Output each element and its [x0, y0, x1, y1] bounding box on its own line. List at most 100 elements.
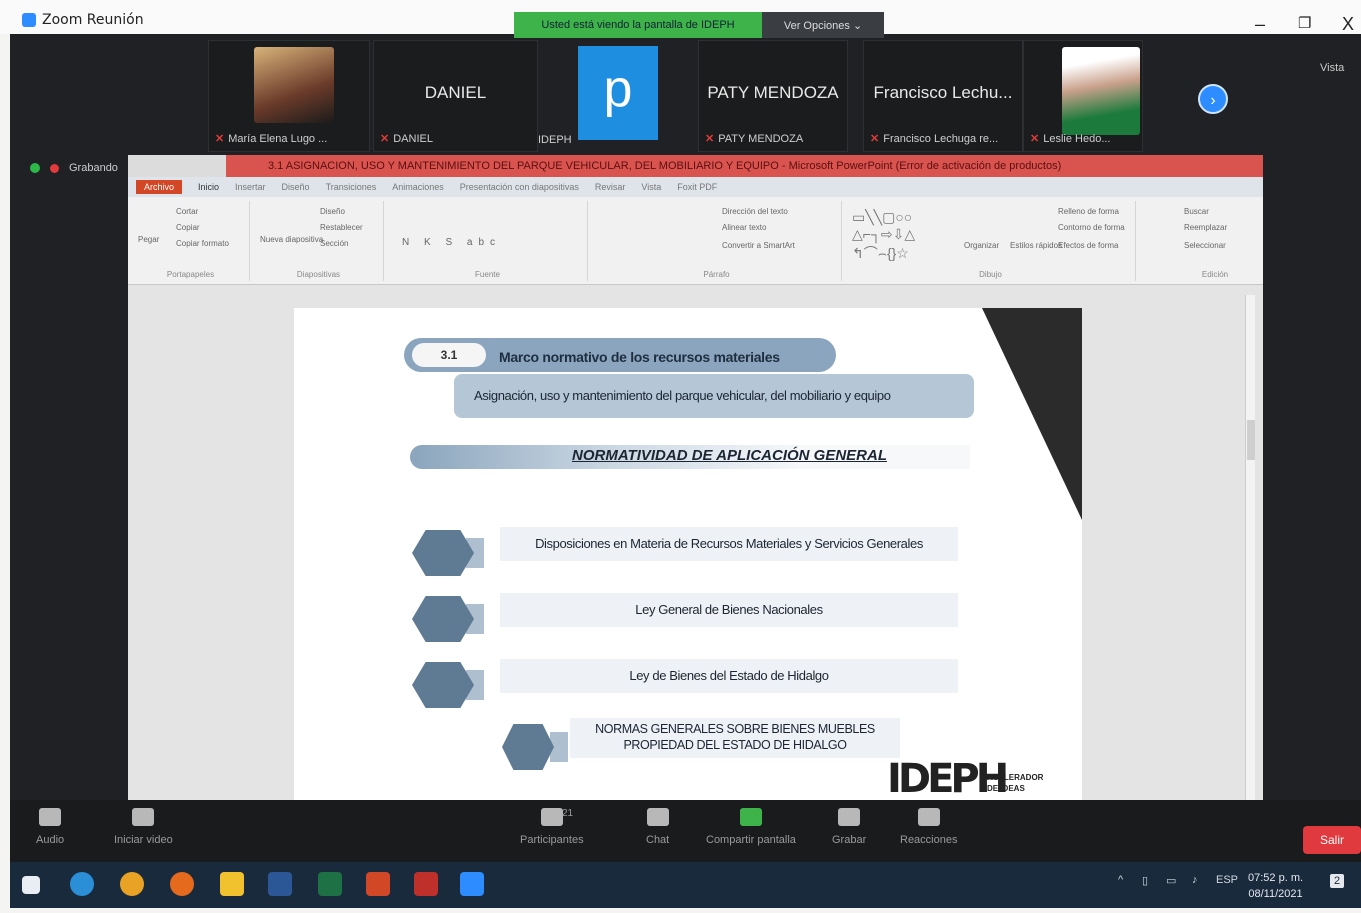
participant-video	[254, 47, 334, 123]
participant-label: IDEPH	[538, 134, 572, 146]
tray-volume-icon[interactable]: ♪	[1192, 874, 1198, 886]
tab-transitions[interactable]: Transiciones	[326, 182, 377, 192]
audio-button[interactable]: Audio	[36, 808, 64, 846]
next-participants-icon[interactable]: ›	[1198, 84, 1228, 114]
start-icon[interactable]	[22, 876, 40, 894]
word-icon[interactable]	[268, 872, 292, 896]
tray-network-icon[interactable]: ▭	[1166, 874, 1176, 887]
excel-icon[interactable]	[318, 872, 342, 896]
tray-battery-icon[interactable]: ▯	[1142, 874, 1148, 887]
slide-canvas[interactable]: 3.1 Marco normativo de los recursos mate…	[294, 308, 1082, 808]
list-item-text: NORMAS GENERALES SOBRE BIENES MUEBLES PR…	[595, 722, 875, 752]
scrollbar-thumb[interactable]	[1247, 420, 1255, 460]
participants-icon	[540, 808, 563, 826]
tab-foxit[interactable]: Foxit PDF	[677, 182, 717, 192]
text-direction-button[interactable]: Dirección del texto	[722, 207, 788, 216]
format-painter-button[interactable]: Copiar formato	[176, 239, 229, 248]
powerpoint-icon[interactable]	[366, 872, 390, 896]
paragraph-group: Dirección del texto Alinear texto Conver…	[592, 201, 842, 281]
replace-button[interactable]: Reemplazar	[1184, 223, 1227, 232]
participants-button[interactable]: Participantes	[520, 808, 584, 846]
tab-slideshow[interactable]: Presentación con diapositivas	[460, 182, 579, 192]
tab-animations[interactable]: Animaciones	[392, 182, 444, 192]
font-format-buttons[interactable]: N K S abc	[402, 237, 501, 248]
tab-review[interactable]: Revisar	[595, 182, 626, 192]
section-title: Marco normativo de los recursos material…	[499, 349, 780, 365]
smartart-button[interactable]: Convertir a SmartArt	[722, 241, 795, 250]
new-slide-button[interactable]: Nueva diapositiva	[260, 235, 323, 244]
layout-button[interactable]: Diseño	[320, 207, 345, 216]
participant-tile[interactable]: ✕ María Elena Lugo ...	[208, 40, 370, 152]
chrome-icon[interactable]	[120, 872, 144, 896]
share-screen-button[interactable]: Compartir pantalla	[706, 808, 796, 846]
share-screen-icon	[739, 808, 762, 826]
participant-tile[interactable]: ✕ Leslie Hedo...	[1023, 40, 1143, 152]
vertical-scrollbar[interactable]	[1245, 295, 1255, 800]
slides-group: Nueva diapositiva Diseño Restablecer Sec…	[254, 201, 384, 281]
participant-name: PATY MENDOZA	[707, 83, 839, 102]
participant-tile[interactable]: PATY MENDOZA ✕ PATY MENDOZA	[698, 40, 848, 152]
tab-insert[interactable]: Insertar	[235, 182, 266, 192]
ribbon: Pegar Cortar Copiar Copiar formato Porta…	[128, 197, 1263, 285]
acrobat-icon[interactable]	[414, 872, 438, 896]
start-video-button[interactable]: Iniciar video	[114, 808, 173, 846]
share-banner: Usted está viendo la pantalla de IDEPH V…	[514, 12, 884, 38]
participants-count: 21	[562, 808, 574, 819]
record-button[interactable]: Grabar	[832, 808, 866, 846]
participant-tile[interactable]: p IDEPH	[530, 40, 680, 152]
select-button[interactable]: Seleccionar	[1184, 241, 1226, 250]
align-text-button[interactable]: Alinear texto	[722, 223, 766, 232]
shape-effects-button[interactable]: Efectos de forma	[1058, 241, 1118, 250]
edge-icon[interactable]	[70, 872, 94, 896]
quick-styles-button[interactable]: Estilos rápidos	[1010, 241, 1062, 250]
group-label: Párrafo	[703, 270, 730, 279]
tab-home[interactable]: Inicio	[198, 182, 219, 192]
find-button[interactable]: Buscar	[1184, 207, 1209, 216]
tab-view[interactable]: Vista	[641, 182, 661, 192]
mic-muted-icon: ✕	[380, 133, 390, 145]
close-button[interactable]: X	[1342, 14, 1354, 35]
audio-label: Audio	[36, 834, 65, 846]
arrange-button[interactable]: Organizar	[964, 241, 999, 250]
tab-design[interactable]: Diseño	[282, 182, 310, 192]
reset-button[interactable]: Restablecer	[320, 223, 363, 232]
drawing-group: ▭╲╲▢○○ △⌐┐⇨⇩△ ↰⌒⌢{}☆ Organizar Estilos ráp…	[846, 201, 1136, 281]
minimize-button[interactable]: –	[1255, 14, 1265, 35]
shape-outline-button[interactable]: Contorno de forma	[1058, 223, 1125, 232]
window-title-text: Zoom Reunión	[42, 12, 144, 28]
chat-button[interactable]: Chat	[646, 808, 669, 846]
taskbar-clock[interactable]: 07:52 p. m. 08/11/2021	[1248, 870, 1303, 902]
copy-button[interactable]: Copiar	[176, 223, 200, 232]
chat-icon	[646, 808, 669, 826]
zoom-logo-icon	[22, 13, 36, 27]
tray-language[interactable]: ESP	[1216, 874, 1238, 886]
leave-button[interactable]: Salir	[1303, 826, 1361, 854]
file-explorer-icon[interactable]	[220, 872, 244, 896]
shape-fill-button[interactable]: Relleno de forma	[1058, 207, 1119, 216]
notifications-badge[interactable]: 2	[1330, 874, 1345, 888]
tab-file[interactable]: Archivo	[136, 180, 183, 194]
section-button[interactable]: Sección	[320, 239, 348, 248]
mic-muted-icon: ✕	[870, 133, 880, 145]
view-button[interactable]: Vista	[1320, 62, 1344, 74]
firefox-icon[interactable]	[170, 872, 194, 896]
zoom-toolbar: Audio Iniciar video Participantes 21 Cha…	[10, 800, 1361, 862]
paste-button[interactable]: Pegar	[138, 235, 159, 244]
participant-label: Leslie Hedo...	[1043, 133, 1111, 145]
mic-muted-icon: ✕	[1030, 133, 1040, 145]
corner-decoration	[982, 308, 1082, 520]
participant-tile[interactable]: Francisco Lechu... ✕ Francisco Lechuga re…	[863, 40, 1023, 152]
share-status: Usted está viendo la pantalla de IDEPH	[514, 12, 762, 38]
reactions-button[interactable]: Reacciones	[900, 808, 957, 846]
participant-tile[interactable]: DANIEL ✕ DANIEL	[373, 40, 538, 152]
clock-time: 07:52 p. m.	[1248, 872, 1304, 884]
maximize-button[interactable]: ❐	[1298, 14, 1311, 32]
tray-chevron-icon[interactable]: ^	[1118, 874, 1123, 886]
cut-button[interactable]: Cortar	[176, 207, 198, 216]
view-options-button[interactable]: Ver Opciones ⌄	[762, 12, 884, 38]
font-group: N K S abc Fuente	[388, 201, 588, 281]
zoom-taskbar-icon[interactable]	[460, 872, 484, 896]
shapes-gallery[interactable]: ▭╲╲▢○○ △⌐┐⇨⇩△ ↰⌒⌢{}☆	[852, 209, 915, 263]
participant-strip: ✕ María Elena Lugo ... DANIEL ✕ DANIEL p I…	[208, 40, 1238, 152]
video-label: Iniciar video	[114, 834, 173, 846]
